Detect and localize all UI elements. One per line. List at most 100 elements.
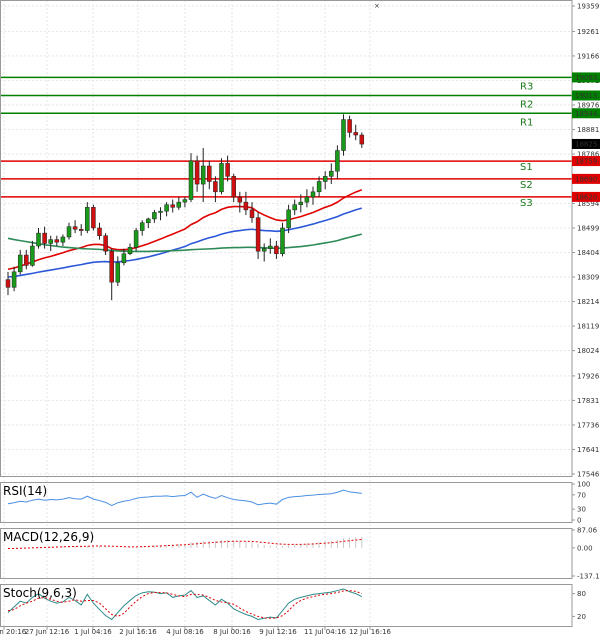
candle-body	[152, 212, 157, 220]
macd-bar	[196, 541, 198, 548]
candle-body	[261, 248, 267, 252]
close-icon: ×	[374, 2, 380, 10]
candle-body	[182, 199, 188, 203]
y-tick-label: 17546.9	[577, 471, 600, 479]
macd-bar	[221, 540, 222, 548]
candle-body	[188, 160, 194, 200]
level-price-label: 18759.1	[575, 158, 600, 166]
rsi-title: RSI(14)	[3, 484, 47, 498]
candle-body	[347, 119, 352, 133]
y-tick-label: 18976.5	[577, 101, 600, 109]
level-price-label: 19013.1	[575, 92, 600, 100]
x-tick-label: 12 Jul 16:16	[349, 628, 392, 636]
y-tick-label: 18119.9	[577, 323, 600, 331]
macd-bar	[99, 545, 100, 548]
macd-bar	[190, 542, 192, 548]
macd-bar	[178, 543, 180, 548]
macd-bar	[129, 547, 131, 548]
candle-body	[255, 217, 261, 252]
candle-body	[72, 226, 78, 230]
macd-bar	[251, 542, 253, 548]
level-price-label: 18690.1	[575, 175, 600, 183]
candle-body	[335, 150, 340, 172]
candle-body	[329, 170, 334, 177]
level-name-s2: S2	[520, 180, 533, 191]
macd-bar	[86, 545, 88, 548]
candle-body	[213, 181, 218, 193]
candle-body	[42, 232, 47, 244]
macd-bar	[294, 544, 296, 548]
candle-body	[17, 254, 23, 273]
candle-body	[91, 207, 96, 229]
candle-body	[292, 204, 297, 211]
time-axis: 26 Jun 20:1627 Jun 12:16 1 Jul 04:16 2 Jul…	[0, 626, 392, 636]
x-tick-label: 11 Jul 04:16	[304, 628, 347, 636]
macd-bar	[62, 546, 64, 548]
y-tick-label: -137.19	[577, 573, 600, 581]
macd-bar	[214, 540, 216, 548]
macd-bar	[306, 543, 308, 548]
y-tick-label: 19261.3	[577, 28, 600, 36]
candle-body	[237, 196, 243, 203]
macd-bar	[318, 542, 320, 548]
macd-bar	[349, 537, 351, 548]
candle-body	[158, 210, 163, 213]
y-tick-label: 70	[577, 491, 586, 499]
macd-bar	[336, 539, 338, 548]
candle-body	[304, 196, 310, 203]
candle-body	[280, 227, 285, 255]
candle-body	[139, 222, 145, 231]
candle-body	[194, 160, 200, 185]
candle-body	[249, 209, 255, 218]
y-tick-label: 20	[577, 613, 586, 621]
candle-body	[11, 271, 17, 288]
candle-body	[353, 132, 358, 136]
candle-body	[359, 134, 365, 145]
candle-body	[127, 247, 133, 255]
y-tick-label: 17641.9	[577, 446, 600, 454]
macd-bar	[166, 544, 168, 548]
y-tick-label: 18404.9	[577, 249, 600, 257]
candle-body	[115, 262, 121, 283]
candle-body	[268, 245, 273, 249]
y-tick-label: 0	[577, 517, 581, 525]
level-name-s1: S1	[520, 162, 533, 173]
candle-body	[54, 239, 60, 243]
current-price-label: 18825.4	[575, 140, 600, 148]
candle-body	[85, 207, 90, 231]
macd-bar	[245, 541, 247, 548]
y-tick-label: 0.00	[577, 544, 593, 552]
macd-bar	[74, 546, 76, 548]
candle-body	[24, 254, 29, 266]
macd-bar	[282, 546, 283, 548]
x-tick-label: 4 Jul 08:16	[166, 628, 204, 636]
macd-bar	[275, 546, 277, 548]
candle-body	[48, 239, 53, 244]
macd-bar	[269, 545, 271, 548]
y-tick-label: 18881.5	[577, 126, 600, 134]
y-tick-label: 80	[577, 590, 586, 598]
x-tick-label: 27 Jun 12:16	[25, 628, 70, 636]
macd-bar	[38, 546, 39, 548]
macd-bar	[184, 543, 186, 548]
macd-bar	[257, 543, 259, 548]
candle-body	[170, 204, 175, 208]
y-tick-label: 100	[577, 481, 590, 489]
candle-body	[164, 204, 169, 212]
candle-body	[176, 201, 182, 208]
x-tick-label: 1 Jul 04:16	[74, 628, 112, 636]
level-name-r2: R2	[520, 100, 533, 111]
macd-bar	[288, 545, 290, 548]
y-tick-label: 17736.9	[577, 421, 600, 429]
macd-title: MACD(12,26,9)	[3, 530, 94, 544]
candle-body	[103, 235, 108, 252]
macd-bar	[330, 540, 332, 548]
x-tick-label: 2 Jul 16:16	[119, 628, 157, 636]
level-price-label: 18944.3	[575, 110, 600, 118]
y-tick-label: 18024.9	[577, 347, 600, 355]
candle-body	[219, 163, 224, 193]
candle-body	[231, 176, 236, 198]
candle-body	[78, 228, 84, 231]
candle-body	[121, 253, 127, 264]
candle-body	[30, 245, 35, 266]
